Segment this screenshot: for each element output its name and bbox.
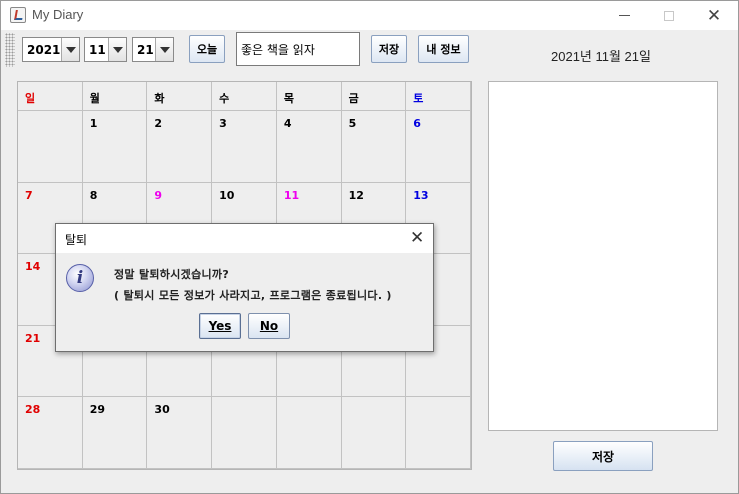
window-title: My Diary — [32, 7, 84, 22]
month-select[interactable]: 11 — [84, 37, 127, 62]
maximize-icon — [664, 10, 674, 21]
day-cell[interactable]: 4 — [276, 111, 342, 183]
weekday-sunday: 일 — [18, 82, 83, 111]
day-cell[interactable] — [406, 397, 471, 469]
day-cell[interactable]: 5 — [341, 111, 407, 183]
withdraw-dialog: 탈퇴 ✕ i 정말 탈퇴하시겠습니까? ( 탈퇴시 모든 정보가 사라지고, 프… — [55, 223, 434, 352]
weekday-wednesday: 수 — [212, 82, 277, 111]
dialog-close-icon[interactable]: ✕ — [410, 228, 424, 248]
day-cell[interactable]: 2 — [147, 111, 213, 183]
info-icon: i — [66, 264, 94, 292]
day-cell[interactable]: 1 — [82, 111, 148, 183]
minimize-button[interactable] — [601, 1, 647, 30]
weekday-monday: 월 — [82, 82, 148, 111]
weekday-friday: 금 — [341, 82, 407, 111]
memo-title-input[interactable]: 좋은 책을 읽자 — [236, 32, 360, 66]
month-select-value: 11 — [89, 42, 106, 57]
close-icon: ✕ — [706, 5, 722, 26]
chevron-down-icon[interactable] — [155, 38, 173, 61]
dialog-title: 탈퇴 — [65, 233, 88, 247]
java-app-icon — [10, 7, 26, 23]
year-select[interactable]: 2021 — [22, 37, 80, 62]
close-button[interactable]: ✕ — [691, 1, 737, 30]
title-bar: My Diary ✕ — [1, 1, 738, 30]
no-button[interactable]: No — [248, 313, 290, 339]
day-cell[interactable]: 6 — [406, 111, 471, 183]
app-window: My Diary ✕ 2021 11 21 오늘 좋은 책을 읽자 저장 내 정… — [0, 0, 739, 494]
dialog-message-line1: 정말 탈퇴하시겠습니까? — [114, 268, 230, 281]
yes-button[interactable]: Yes — [199, 313, 241, 339]
selected-date-label: 2021년 11월 21일 — [551, 49, 651, 64]
day-cell[interactable] — [18, 111, 83, 183]
dialog-message-line2: ( 탈퇴시 모든 정보가 사라지고, 프로그램은 종료됩니다. ) — [114, 289, 392, 302]
day-cell[interactable] — [276, 397, 342, 469]
weekday-saturday: 토 — [406, 82, 471, 111]
maximize-button[interactable] — [646, 1, 692, 30]
day-cell[interactable]: 28 — [18, 397, 83, 469]
day-select-value: 21 — [137, 42, 154, 57]
chevron-down-icon[interactable] — [108, 38, 126, 61]
toolbar: 2021 11 21 오늘 좋은 책을 읽자 저장 내 정보 — [5, 31, 470, 69]
my-info-button[interactable]: 내 정보 — [418, 35, 469, 63]
save-button[interactable]: 저장 — [371, 35, 407, 63]
toolbar-grip[interactable] — [5, 33, 15, 67]
day-cell[interactable]: 3 — [212, 111, 277, 183]
weekday-tuesday: 화 — [147, 82, 213, 111]
today-button[interactable]: 오늘 — [189, 35, 225, 63]
chevron-down-icon[interactable] — [61, 38, 79, 61]
save-memo-button[interactable]: 저장 — [553, 441, 653, 471]
day-cell[interactable] — [212, 397, 277, 469]
weekday-thursday: 목 — [276, 82, 342, 111]
minimize-icon — [618, 15, 630, 16]
day-cell[interactable]: 30 — [147, 397, 213, 469]
day-cell[interactable]: 29 — [82, 397, 148, 469]
year-select-value: 2021 — [27, 42, 61, 57]
memo-textarea[interactable] — [488, 81, 718, 431]
day-select[interactable]: 21 — [132, 37, 174, 62]
day-cell[interactable] — [341, 397, 407, 469]
dialog-title-bar: 탈퇴 ✕ — [56, 224, 433, 253]
